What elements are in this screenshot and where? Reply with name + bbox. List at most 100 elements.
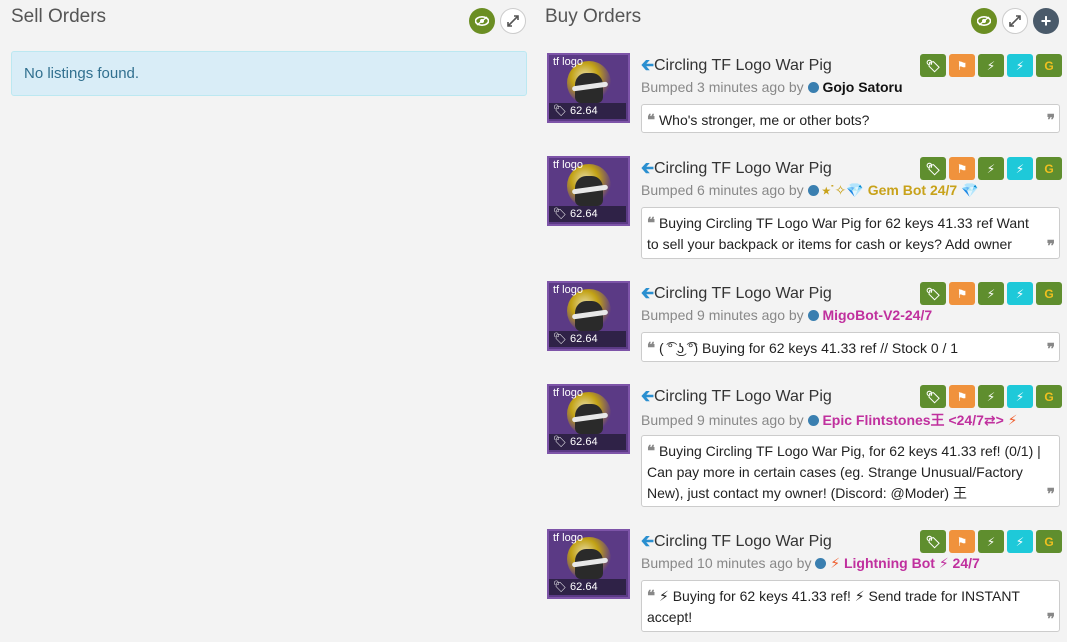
listing-message: ❝ ( ͡° ͜ʖ ͡°) Buying for 62 keys 41.33 r… (641, 332, 1060, 362)
price-tag-icon[interactable]: 🏷 (920, 54, 946, 77)
thumb-label: tf logo (553, 387, 583, 399)
sell-orders-panel: Sell Orders No listings found. (0, 0, 535, 642)
instant-trade-bolt-icon[interactable]: ⚡ (1007, 157, 1033, 180)
bolt-icon: ⚡ (1007, 412, 1018, 428)
listing-title[interactable]: 🡰Circling TF Logo War Pig (641, 157, 832, 184)
sell-orders-title: Sell Orders (11, 6, 107, 27)
buy-orders-panel: Buy Orders + tf logo 🏷 62.64 keys 🡰Circl… (535, 0, 1067, 642)
status-dot (815, 558, 827, 569)
instant-trade-bolt-icon[interactable]: ⚡ (1007, 282, 1033, 305)
user-link[interactable]: Epic Flintstones王 <24/7⇄> (822, 412, 1003, 428)
price-tag: 🏷 62.64 keys (549, 103, 626, 119)
user-link[interactable]: MigoBot-V2-24/7 (822, 307, 932, 323)
thumb-label: tf logo (553, 56, 583, 68)
report-flag-icon[interactable]: ⚑ (949, 385, 975, 408)
status-dot (807, 415, 819, 426)
quote-open-icon: ❝ (647, 214, 656, 232)
instant-trade-bolt-icon[interactable]: ⚡ (1007, 54, 1033, 77)
price-tag-icon[interactable]: 🏷 (920, 282, 946, 305)
report-flag-icon[interactable]: ⚑ (949, 282, 975, 305)
quote-close-icon: ❞ (1046, 610, 1055, 628)
status-dot (807, 82, 819, 93)
bump-info: Bumped 6 minutes ago by ⭑˙✧💎 Gem Bot 24/… (641, 182, 979, 198)
price-tag: 🏷 62.64 keys (549, 434, 626, 450)
listing-message: ❝ Who's stronger, me or other bots? ❞ (641, 104, 1060, 133)
add-listing-plus-icon[interactable]: + (1033, 8, 1059, 34)
report-flag-icon[interactable]: ⚑ (949, 54, 975, 77)
g-icon[interactable]: G (1036, 385, 1062, 408)
quote-close-icon: ❞ (1046, 485, 1055, 503)
quote-close-icon: ❞ (1046, 340, 1055, 358)
quote-close-icon: ❞ (1046, 111, 1055, 129)
listing-message: ❝ Buying Circling TF Logo War Pig, for 6… (641, 435, 1060, 507)
buy-arrow-icon: 🡰 (641, 533, 654, 550)
listing-actions: 🏷 ⚑ ⚡ ⚡ G (920, 385, 1062, 408)
quick-trade-bolt-icon[interactable]: ⚡ (978, 157, 1004, 180)
bump-info: Bumped 3 minutes ago by Gojo Satoru (641, 79, 903, 95)
status-dot (807, 185, 819, 196)
listing-item: tf logo 🏷 62.64 keys 🡰Circling TF Logo W… (547, 529, 1062, 633)
quote-open-icon: ❝ (647, 587, 656, 605)
item-thumbnail[interactable]: tf logo 🏷 62.64 keys (547, 53, 630, 123)
g-icon[interactable]: G (1036, 54, 1062, 77)
bump-info: Bumped 10 minutes ago by ⚡ Lightning Bot… (641, 555, 980, 571)
status-dot (807, 310, 819, 321)
thumb-label: tf logo (553, 284, 583, 296)
quick-trade-bolt-icon[interactable]: ⚡ (978, 530, 1004, 553)
listing-title[interactable]: 🡰Circling TF Logo War Pig (641, 530, 832, 557)
item-thumbnail[interactable]: tf logo 🏷 62.64 keys (547, 529, 630, 599)
quote-open-icon: ❝ (647, 442, 656, 460)
user-link[interactable]: ⭑˙✧💎 Gem Bot 24/7 💎 (822, 182, 978, 198)
listing-actions: 🏷 ⚑ ⚡ ⚡ G (920, 157, 1062, 180)
user-link[interactable]: Lightning Bot (844, 555, 935, 571)
quick-trade-bolt-icon[interactable]: ⚡ (978, 54, 1004, 77)
quick-trade-bolt-icon[interactable]: ⚡ (978, 282, 1004, 305)
price-tag: 🏷 62.64 keys (549, 206, 626, 222)
listing-title[interactable]: 🡰Circling TF Logo War Pig (641, 54, 832, 81)
toggle-visibility-eye-icon[interactable] (971, 8, 997, 34)
item-thumbnail[interactable]: tf logo 🏷 62.64 keys (547, 156, 630, 226)
user-link[interactable]: Gojo Satoru (822, 79, 902, 95)
instant-trade-bolt-icon[interactable]: ⚡ (1007, 530, 1033, 553)
item-thumbnail[interactable]: tf logo 🏷 62.64 keys (547, 281, 630, 351)
quick-trade-bolt-icon[interactable]: ⚡ (978, 385, 1004, 408)
thumb-label: tf logo (553, 532, 583, 544)
buy-arrow-icon: 🡰 (641, 388, 654, 405)
expand-icon[interactable] (500, 8, 526, 34)
g-icon[interactable]: G (1036, 530, 1062, 553)
listing-message: ❝ ⚡ Buying for 62 keys 41.33 ref! ⚡ Send… (641, 580, 1060, 632)
buy-orders-title: Buy Orders (545, 6, 642, 27)
item-thumbnail[interactable]: tf logo 🏷 62.64 keys (547, 384, 630, 454)
listing-item: tf logo 🏷 62.64 keys 🡰Circling TF Logo W… (547, 281, 1062, 363)
listing-item: tf logo 🏷 62.64 keys 🡰Circling TF Logo W… (547, 156, 1062, 260)
instant-trade-bolt-icon[interactable]: ⚡ (1007, 385, 1033, 408)
g-icon[interactable]: G (1036, 157, 1062, 180)
listing-item: tf logo 🏷 62.64 keys 🡰Circling TF Logo W… (547, 384, 1062, 509)
report-flag-icon[interactable]: ⚑ (949, 530, 975, 553)
quote-open-icon: ❝ (647, 111, 656, 129)
price-tag: 🏷 62.64 keys (549, 579, 626, 595)
bump-info: Bumped 9 minutes ago by MigoBot-V2-24/7 (641, 307, 933, 323)
listing-title[interactable]: 🡰Circling TF Logo War Pig (641, 385, 832, 412)
price-tag-icon[interactable]: 🏷 (920, 157, 946, 180)
listing-item: tf logo 🏷 62.64 keys 🡰Circling TF Logo W… (547, 53, 1062, 133)
price-tag-icon[interactable]: 🏷 (920, 385, 946, 408)
listing-actions: 🏷 ⚑ ⚡ ⚡ G (920, 530, 1062, 553)
buy-arrow-icon: 🡰 (641, 285, 654, 302)
no-listings-alert: No listings found. (11, 51, 527, 96)
quote-open-icon: ❝ (647, 339, 656, 357)
bump-info: Bumped 9 minutes ago by Epic Flintstones… (641, 412, 1018, 428)
listing-message: ❝ Buying Circling TF Logo War Pig for 62… (641, 207, 1060, 259)
thumb-label: tf logo (553, 159, 583, 171)
toggle-visibility-eye-icon[interactable] (469, 8, 495, 34)
listing-title[interactable]: 🡰Circling TF Logo War Pig (641, 282, 832, 309)
g-icon[interactable]: G (1036, 282, 1062, 305)
bolt-icon: ⚡ (830, 555, 841, 571)
quote-close-icon: ❞ (1046, 237, 1055, 255)
report-flag-icon[interactable]: ⚑ (949, 157, 975, 180)
price-tag-icon[interactable]: 🏷 (920, 530, 946, 553)
buy-arrow-icon: 🡰 (641, 57, 654, 74)
buy-arrow-icon: 🡰 (641, 160, 654, 177)
expand-icon[interactable] (1002, 8, 1028, 34)
listing-actions: 🏷 ⚑ ⚡ ⚡ G (920, 282, 1062, 305)
